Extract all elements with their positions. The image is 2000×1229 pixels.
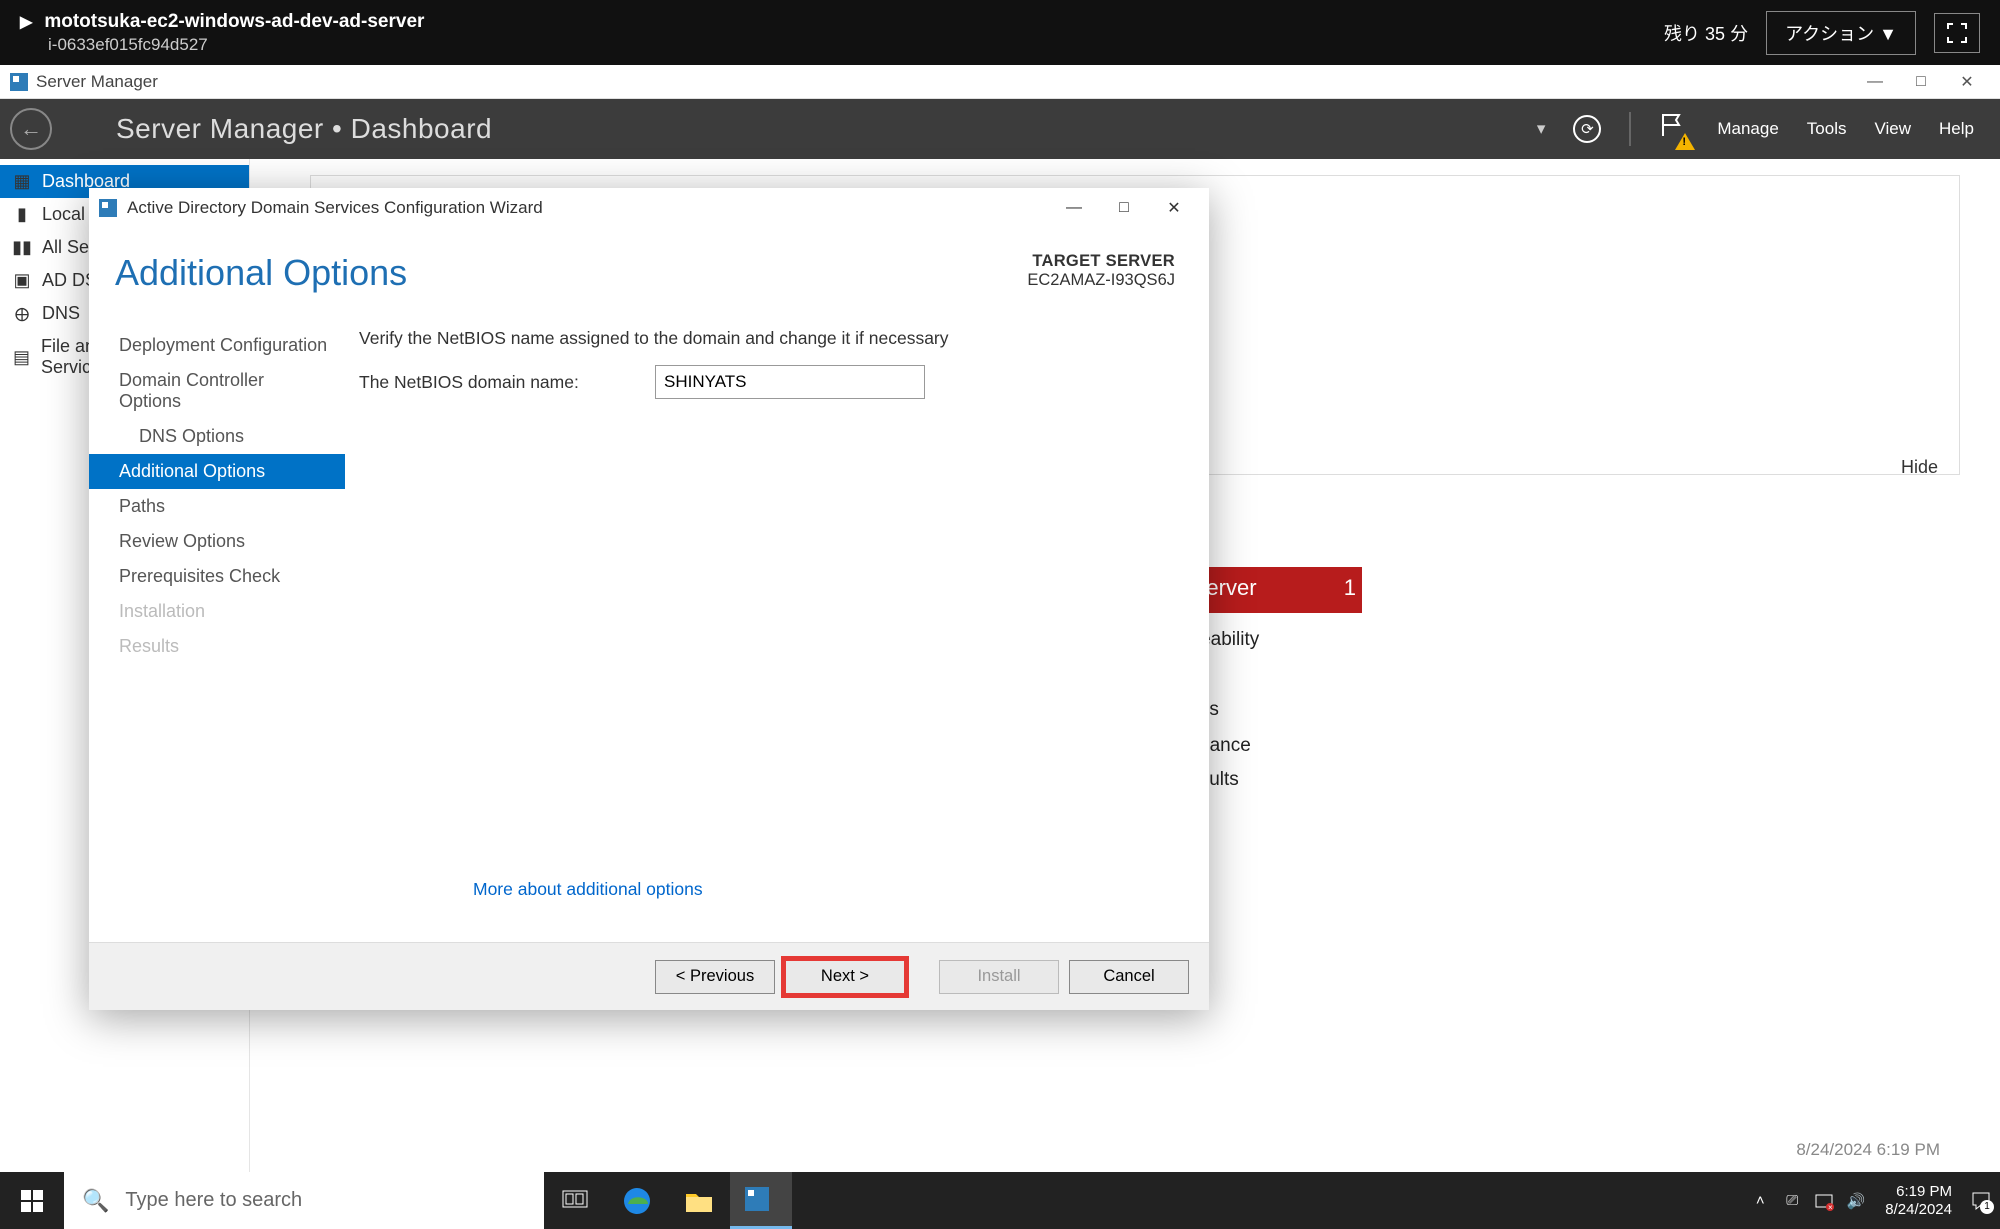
play-icon: ▶ bbox=[20, 12, 32, 32]
minimize-button[interactable]: — bbox=[1852, 67, 1898, 97]
wizard-nav-deployment-config[interactable]: Deployment Configuration bbox=[89, 328, 345, 363]
cancel-button[interactable]: Cancel bbox=[1069, 960, 1189, 994]
wizard-nav-additional-options[interactable]: Additional Options bbox=[89, 454, 345, 489]
tray-sound-icon[interactable]: 🔊 bbox=[1843, 1188, 1869, 1214]
server-manager-icon bbox=[745, 1187, 769, 1211]
notification-center-button[interactable]: 1 bbox=[1968, 1188, 1994, 1214]
wizard-title: Active Directory Domain Services Configu… bbox=[127, 198, 543, 218]
forward-button[interactable] bbox=[66, 108, 108, 150]
start-button[interactable] bbox=[0, 1172, 64, 1229]
wizard-nav-dns-options[interactable]: DNS Options bbox=[89, 419, 345, 454]
wizard-close-button[interactable]: ✕ bbox=[1149, 189, 1199, 227]
wizard-nav: Deployment Configuration Domain Controll… bbox=[89, 310, 345, 942]
refresh-button[interactable]: ⟳ bbox=[1573, 115, 1601, 143]
wizard-nav-paths[interactable]: Paths bbox=[89, 489, 345, 524]
separator bbox=[1629, 112, 1631, 146]
tray-up-icon[interactable]: ˄ bbox=[1747, 1188, 1773, 1214]
tile-count: 1 bbox=[1344, 575, 1356, 601]
server-manager-taskbar-button[interactable] bbox=[730, 1172, 792, 1229]
menu-tools[interactable]: Tools bbox=[1807, 119, 1847, 139]
last-refresh-time: 8/24/2024 6:19 PM bbox=[1796, 1140, 1940, 1160]
servers-icon: ▮▮ bbox=[12, 238, 32, 258]
menu-view[interactable]: View bbox=[1874, 119, 1911, 139]
dashboard-icon: ▦ bbox=[12, 172, 32, 192]
warning-badge-icon bbox=[1675, 133, 1695, 150]
wizard-nav-dc-options[interactable]: Domain Controller Options bbox=[89, 363, 345, 419]
menu-manage[interactable]: Manage bbox=[1717, 119, 1778, 139]
fullscreen-button[interactable] bbox=[1934, 13, 1980, 53]
target-server-label: TARGET SERVER bbox=[1027, 252, 1175, 271]
fullscreen-icon bbox=[1947, 23, 1967, 43]
svg-text:×: × bbox=[1828, 1203, 1833, 1211]
edge-button[interactable] bbox=[606, 1172, 668, 1229]
netbios-input[interactable] bbox=[655, 365, 925, 399]
ad-icon: ▣ bbox=[12, 271, 32, 291]
edge-icon bbox=[622, 1186, 652, 1216]
action-button[interactable]: アクション ▼ bbox=[1766, 11, 1916, 55]
server-icon: ▮ bbox=[12, 205, 32, 225]
session-instance-id: i-0633ef015fc94d527 bbox=[48, 35, 424, 55]
wizard-titlebar[interactable]: Active Directory Domain Services Configu… bbox=[89, 188, 1209, 228]
dropdown-caret-icon[interactable]: ▾ bbox=[1537, 119, 1546, 139]
wizard-nav-prereq-check[interactable]: Prerequisites Check bbox=[89, 559, 345, 594]
wizard-icon bbox=[99, 199, 117, 217]
taskbar-clock[interactable]: 6:19 PM 8/24/2024 bbox=[1875, 1183, 1962, 1219]
action-label: アクション ▼ bbox=[1785, 20, 1897, 46]
sidebar-label: DNS bbox=[42, 303, 80, 324]
wizard-nav-review-options[interactable]: Review Options bbox=[89, 524, 345, 559]
wizard-instruction: Verify the NetBIOS name assigned to the … bbox=[359, 328, 1169, 349]
wizard-content: Verify the NetBIOS name assigned to the … bbox=[345, 310, 1209, 942]
wizard-heading: Additional Options bbox=[115, 252, 407, 294]
close-button[interactable]: ✕ bbox=[1944, 67, 1990, 97]
next-button[interactable]: Next > bbox=[785, 960, 905, 994]
breadcrumb: Server Manager • Dashboard bbox=[116, 113, 492, 145]
taskbar: 🔍 Type here to search ˄ ⎚ × 🔊 6:19 PM 8/… bbox=[0, 1172, 2000, 1229]
wizard-nav-results: Results bbox=[89, 629, 345, 664]
target-server-value: EC2AMAZ-I93QS6J bbox=[1027, 271, 1175, 290]
back-button[interactable]: ← bbox=[10, 108, 52, 150]
system-tray: ˄ ⎚ × 🔊 6:19 PM 8/24/2024 1 bbox=[1747, 1183, 2000, 1219]
tray-display-icon[interactable]: ⎚ bbox=[1779, 1188, 1805, 1214]
maximize-button[interactable]: □ bbox=[1898, 67, 1944, 97]
explorer-button[interactable] bbox=[668, 1172, 730, 1229]
windows-logo-icon bbox=[21, 1190, 43, 1212]
task-view-icon bbox=[562, 1190, 588, 1212]
tray-network-icon[interactable]: × bbox=[1811, 1188, 1837, 1214]
taskbar-search[interactable]: 🔍 Type here to search bbox=[64, 1172, 544, 1229]
server-manager-icon bbox=[10, 73, 28, 91]
task-view-button[interactable] bbox=[544, 1172, 606, 1229]
clock-time: 6:19 PM bbox=[1885, 1183, 1952, 1201]
search-placeholder: Type here to search bbox=[125, 1189, 302, 1212]
ad-ds-config-wizard: Active Directory Domain Services Configu… bbox=[89, 188, 1209, 1010]
session-title: mototsuka-ec2-windows-ad-dev-ad-server bbox=[44, 11, 424, 33]
folder-icon bbox=[684, 1188, 714, 1214]
server-manager-header: ← Server Manager • Dashboard ▾ ⟳ Manage … bbox=[0, 99, 2000, 159]
wizard-nav-installation: Installation bbox=[89, 594, 345, 629]
session-bar: ▶ mototsuka-ec2-windows-ad-dev-ad-server… bbox=[0, 0, 2000, 65]
session-remaining: 残り 35 分 bbox=[1664, 20, 1748, 46]
wizard-footer: < Previous Next > Install Cancel bbox=[89, 942, 1209, 1010]
wizard-maximize-button[interactable]: □ bbox=[1099, 189, 1149, 227]
hide-link[interactable]: Hide bbox=[1901, 457, 1938, 478]
notifications-button[interactable] bbox=[1659, 114, 1689, 144]
notification-count: 1 bbox=[1980, 1200, 1994, 1214]
menu-help[interactable]: Help bbox=[1939, 119, 1974, 139]
search-icon: 🔍 bbox=[82, 1188, 109, 1214]
clock-date: 8/24/2024 bbox=[1885, 1201, 1952, 1219]
more-about-link[interactable]: More about additional options bbox=[459, 879, 703, 918]
wizard-minimize-button[interactable]: — bbox=[1049, 189, 1099, 227]
install-button: Install bbox=[939, 960, 1059, 994]
storage-icon: ▤ bbox=[12, 347, 31, 367]
server-manager-titlebar[interactable]: Server Manager — □ ✕ bbox=[0, 65, 2000, 99]
previous-button[interactable]: < Previous bbox=[655, 960, 775, 994]
netbios-label: The NetBIOS domain name: bbox=[359, 372, 655, 393]
server-manager-title: Server Manager bbox=[36, 72, 158, 92]
dns-icon: 🜨 bbox=[12, 304, 32, 324]
